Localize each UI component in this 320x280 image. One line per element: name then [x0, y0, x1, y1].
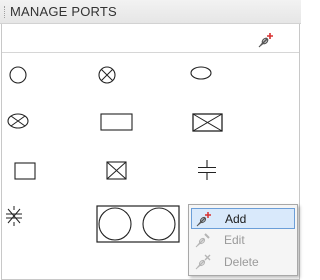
port-add-icon — [196, 212, 211, 227]
port-shape-double-circle-rectangle[interactable] — [96, 205, 180, 248]
port-shape-square[interactable] — [14, 162, 36, 185]
port-shape-circle-x[interactable] — [97, 65, 117, 90]
bowtie-port-icon — [6, 206, 22, 226]
menu-item-delete: Delete — [191, 252, 295, 273]
port-shape-ellipse-x[interactable] — [6, 112, 30, 135]
port-edit-icon — [195, 233, 210, 248]
menu-item-edit: Edit — [191, 230, 295, 251]
port-shape-rectangle-x[interactable] — [192, 113, 223, 137]
menu-item-add[interactable]: Add — [191, 208, 295, 229]
rectangle-port-icon — [100, 113, 133, 131]
panel-title-bar[interactable]: MANAGE PORTS — [0, 0, 301, 24]
menu-item-edit-label: Edit — [224, 233, 245, 247]
manage-ports-panel: MANAGE PORTS Add Edit Delete — [0, 0, 301, 280]
parallel-lines-port-icon — [198, 160, 216, 180]
double-circle-rectangle-port-icon — [96, 205, 180, 243]
port-add-icon — [258, 33, 273, 48]
port-delete-icon — [195, 254, 211, 270]
menu-item-add-label: Add — [225, 212, 247, 226]
drag-grip-icon[interactable] — [4, 6, 8, 18]
port-shape-circle[interactable] — [8, 65, 28, 90]
port-shape-square-x[interactable] — [106, 161, 127, 185]
rectangle-x-port-icon — [192, 113, 223, 132]
port-context-menu: Add Edit Delete — [188, 204, 298, 276]
square-x-port-icon — [106, 161, 127, 180]
square-port-icon — [14, 162, 36, 180]
ellipse-port-icon — [190, 66, 212, 80]
circle-x-port-icon — [98, 66, 116, 84]
port-shape-rectangle[interactable] — [100, 113, 133, 136]
port-shape-parallel-lines[interactable] — [197, 159, 217, 186]
port-shape-bowtie[interactable] — [5, 205, 23, 232]
ellipse-x-port-icon — [7, 113, 29, 129]
port-shape-ellipse[interactable] — [189, 65, 213, 86]
toolbar-divider — [2, 52, 299, 53]
panel-title: MANAGE PORTS — [10, 4, 117, 19]
circle-port-icon — [9, 66, 27, 84]
menu-item-delete-label: Delete — [224, 255, 259, 269]
add-port-button[interactable] — [256, 30, 276, 50]
